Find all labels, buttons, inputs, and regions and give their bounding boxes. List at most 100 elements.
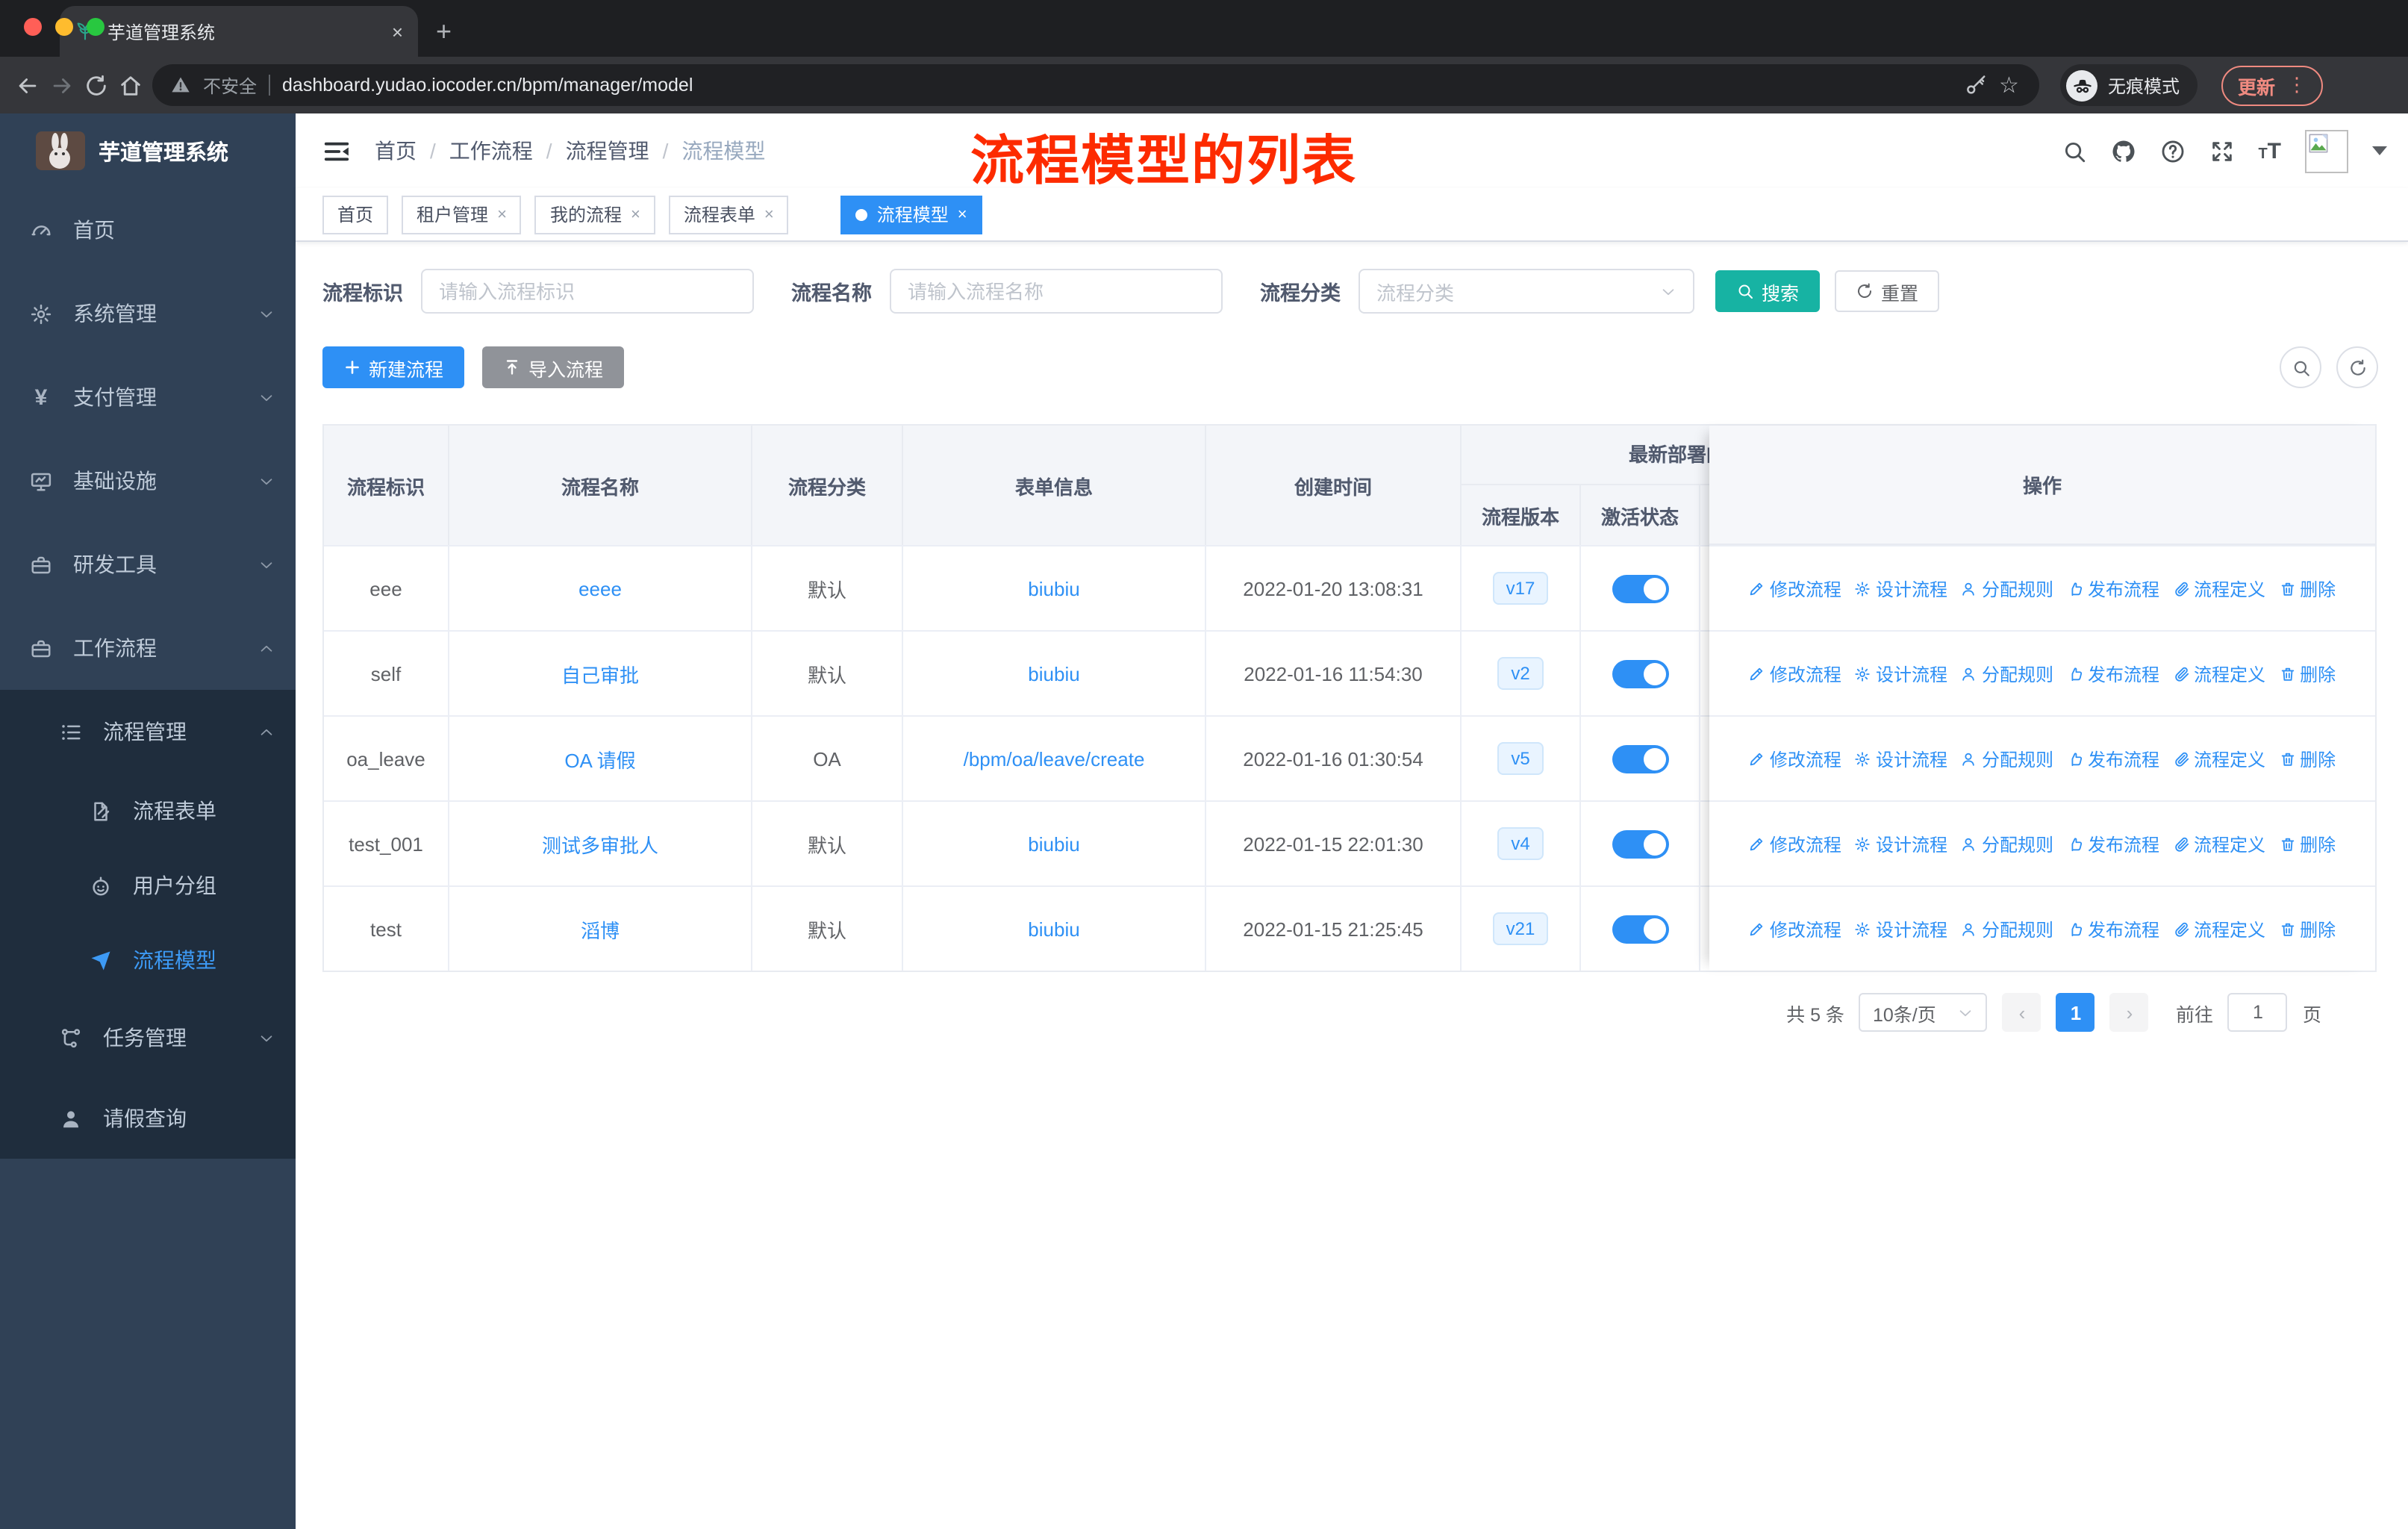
- browser-menu-icon[interactable]: ⋮: [2287, 73, 2306, 97]
- tag-close-icon[interactable]: ×: [631, 205, 640, 223]
- sidebar-item-leave-query[interactable]: 请假查询: [0, 1078, 296, 1159]
- sidebar-item-payment[interactable]: ¥ 支付管理: [0, 355, 296, 439]
- form-info-link[interactable]: biubiu: [1028, 832, 1079, 855]
- process-name-link[interactable]: 自己审批: [561, 659, 639, 688]
- tag-close-icon[interactable]: ×: [764, 205, 774, 223]
- tag-process-model[interactable]: 流程模型 ×: [840, 195, 982, 234]
- sidebar-item-task-mgmt[interactable]: 任务管理: [0, 997, 296, 1078]
- sidebar-item-infra[interactable]: 基础设施: [0, 439, 296, 523]
- sidebar-item-devtools[interactable]: 研发工具: [0, 523, 296, 606]
- tag-tenant[interactable]: 租户管理 ×: [402, 195, 522, 234]
- edit-process-link[interactable]: 修改流程: [1749, 831, 1841, 856]
- sidebar-item-workflow[interactable]: 工作流程: [0, 606, 296, 690]
- process-definition-link[interactable]: 流程定义: [2173, 746, 2265, 771]
- close-window-button[interactable]: [24, 18, 42, 36]
- publish-process-link[interactable]: 发布流程: [2067, 916, 2159, 941]
- process-name-link[interactable]: 测试多审批人: [542, 829, 658, 858]
- search-icon[interactable]: [2061, 138, 2086, 164]
- refresh-table-button[interactable]: [2336, 346, 2378, 388]
- active-toggle[interactable]: [1612, 659, 1668, 688]
- process-category-select[interactable]: 流程分类: [1359, 269, 1694, 314]
- process-name-input[interactable]: [890, 269, 1223, 314]
- edit-process-link[interactable]: 修改流程: [1749, 661, 1841, 686]
- font-size-icon[interactable]: TT: [2258, 140, 2281, 162]
- process-name-link[interactable]: eeee: [578, 577, 622, 600]
- form-info-link[interactable]: biubiu: [1028, 662, 1079, 685]
- sidebar-item-home[interactable]: 首页: [0, 188, 296, 272]
- bookmark-star-icon[interactable]: ☆: [1999, 74, 2021, 96]
- page-1-button[interactable]: 1: [2056, 993, 2095, 1032]
- home-icon[interactable]: [118, 72, 143, 98]
- publish-process-link[interactable]: 发布流程: [2067, 576, 2159, 601]
- active-toggle[interactable]: [1612, 829, 1668, 858]
- edit-process-link[interactable]: 修改流程: [1749, 576, 1841, 601]
- create-process-button[interactable]: 新建流程: [322, 346, 465, 388]
- publish-process-link[interactable]: 发布流程: [2067, 746, 2159, 771]
- assign-rule-link[interactable]: 分配规则: [1961, 746, 2053, 771]
- search-button[interactable]: 搜索: [1715, 270, 1821, 312]
- toggle-search-button[interactable]: [2280, 346, 2321, 388]
- delete-link[interactable]: 删除: [2279, 746, 2336, 771]
- publish-process-link[interactable]: 发布流程: [2067, 831, 2159, 856]
- breadcrumb-workflow[interactable]: 工作流程: [449, 136, 533, 166]
- tab-close-icon[interactable]: ×: [392, 20, 403, 43]
- browser-tab[interactable]: 芋道管理系统 ×: [60, 6, 418, 57]
- assign-rule-link[interactable]: 分配规则: [1961, 831, 2053, 856]
- update-label[interactable]: 更新: [2238, 71, 2275, 99]
- sidebar-item-process-mgmt[interactable]: 流程管理: [0, 690, 296, 773]
- sidebar-item-user-group[interactable]: 用户分组: [0, 848, 296, 923]
- back-icon[interactable]: [15, 72, 40, 98]
- tag-close-icon[interactable]: ×: [958, 205, 967, 223]
- sidebar-item-process-model[interactable]: 流程模型: [0, 923, 296, 997]
- new-tab-button[interactable]: +: [436, 16, 452, 48]
- design-process-link[interactable]: 设计流程: [1855, 916, 1947, 941]
- breadcrumb-process-mgmt[interactable]: 流程管理: [566, 136, 649, 166]
- process-definition-link[interactable]: 流程定义: [2173, 661, 2265, 686]
- tag-process-form[interactable]: 流程表单 ×: [668, 195, 789, 234]
- address-bar[interactable]: 不安全 dashboard.yudao.iocoder.cn/bpm/manag…: [152, 64, 2039, 106]
- form-info-link[interactable]: biubiu: [1028, 577, 1079, 600]
- edit-process-link[interactable]: 修改流程: [1749, 746, 1841, 771]
- form-info-link[interactable]: /bpm/oa/leave/create: [964, 747, 1145, 770]
- delete-link[interactable]: 删除: [2279, 661, 2336, 686]
- prev-page-button[interactable]: ‹: [2002, 993, 2042, 1032]
- goto-page-input[interactable]: [2227, 993, 2288, 1032]
- tag-home[interactable]: 首页: [322, 195, 389, 234]
- active-toggle[interactable]: [1612, 744, 1668, 773]
- minimize-window-button[interactable]: [55, 18, 73, 36]
- password-key-icon[interactable]: [1965, 74, 1987, 96]
- assign-rule-link[interactable]: 分配规则: [1961, 576, 2053, 601]
- process-name-link[interactable]: 滔博: [581, 915, 620, 943]
- sidebar-collapse-icon[interactable]: [322, 137, 351, 165]
- active-toggle[interactable]: [1612, 915, 1668, 943]
- edit-process-link[interactable]: 修改流程: [1749, 916, 1841, 941]
- next-page-button[interactable]: ›: [2109, 993, 2149, 1032]
- design-process-link[interactable]: 设计流程: [1855, 576, 1947, 601]
- design-process-link[interactable]: 设计流程: [1855, 746, 1947, 771]
- sidebar-item-process-form[interactable]: 流程表单: [0, 773, 296, 848]
- process-definition-link[interactable]: 流程定义: [2173, 916, 2265, 941]
- assign-rule-link[interactable]: 分配规则: [1961, 661, 2053, 686]
- browser-update-menu[interactable]: 更新 ⋮: [2221, 65, 2324, 105]
- process-name-link[interactable]: OA 请假: [564, 744, 635, 773]
- publish-process-link[interactable]: 发布流程: [2067, 661, 2159, 686]
- reset-button[interactable]: 重置: [1835, 270, 1940, 312]
- sidebar-item-system[interactable]: 系统管理: [0, 272, 296, 355]
- active-toggle[interactable]: [1612, 574, 1668, 602]
- page-size-select[interactable]: 10条/页: [1859, 993, 1988, 1032]
- breadcrumb-home[interactable]: 首页: [375, 136, 417, 166]
- process-definition-link[interactable]: 流程定义: [2173, 831, 2265, 856]
- assign-rule-link[interactable]: 分配规则: [1961, 916, 2053, 941]
- design-process-link[interactable]: 设计流程: [1855, 661, 1947, 686]
- github-icon[interactable]: [2110, 138, 2136, 164]
- delete-link[interactable]: 删除: [2279, 576, 2336, 601]
- reload-icon[interactable]: [84, 72, 109, 98]
- design-process-link[interactable]: 设计流程: [1855, 831, 1947, 856]
- fullscreen-icon[interactable]: [2209, 138, 2234, 164]
- avatar[interactable]: [2305, 129, 2348, 172]
- forward-icon[interactable]: [49, 72, 75, 98]
- tag-my-process[interactable]: 我的流程 ×: [534, 195, 655, 234]
- zoom-window-button[interactable]: [87, 18, 105, 36]
- process-definition-link[interactable]: 流程定义: [2173, 576, 2265, 601]
- help-icon[interactable]: [2159, 138, 2185, 164]
